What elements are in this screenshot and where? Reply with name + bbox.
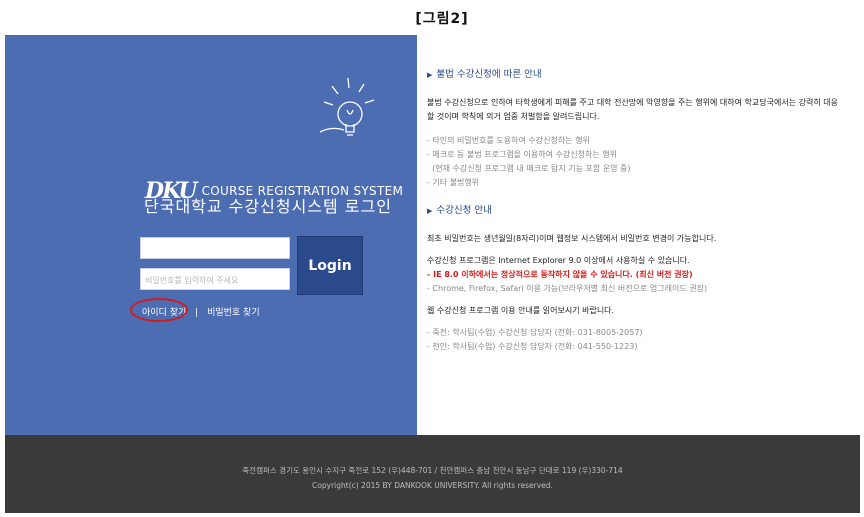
login-title: 단국대학교 수강신청시스템 로그인 [144,197,392,216]
figure-caption: [그림2] [415,11,469,27]
footer-address: 죽전캠퍼스 경기도 용인시 수지구 죽전로 152 (우)448-701 / 천… [242,466,623,475]
illegal-paragraph: 불법 수강신청으로 인하여 타학생에게 피해를 주고 대학 전산망에 악영향을 … [427,98,838,121]
password-info: 최초 비밀번호는 생년월일(8자리)이며 웹정보 시스템에서 비밀번호 변경이 … [427,234,717,243]
password-input[interactable]: 비밀번호를 입력하여 주세요 [140,268,290,290]
illegal-item: - 타인의 비밀번호를 도용하여 수강신청하는 행위 [427,136,590,145]
link-separator: | [195,308,199,318]
section-title-registration: 수강신청 안내 [427,204,847,218]
login-button[interactable]: Login [297,236,363,295]
illegal-item: - 기타 불법행위 [427,178,480,187]
guide-notice: 웹 수강신청 프로그램 이용 안내를 읽어보시기 바랍니다. [427,306,615,315]
contact-item: - 천안: 학사팀(수업) 수강신청 담당자 (전화: 041-550-1223… [427,342,638,351]
notice-area: 불법 수강신청에 따른 안내 불법 수강신청으로 인하여 타학생에게 피해를 주… [427,68,847,354]
section-title-illegal: 불법 수강신청에 따른 안내 [427,68,847,82]
id-input[interactable] [140,237,290,259]
highlight-circle [130,298,188,322]
ie-warning: - IE 8.0 이하에서는 정상적으로 동작하지 않을 수 있습니다. (최신… [427,270,693,279]
illegal-item: (현재 수강신청 프로그램 내 매크로 탐지 기능 포함 운영 중) [427,164,631,173]
browser-info: 수강신청 프로그램은 Internet Explorer 9.0 이상에서 사용… [427,256,690,265]
find-password-link[interactable]: 비밀번호 찾기 [207,308,260,318]
lightbulb-icon [319,77,375,136]
footer: 죽전캠퍼스 경기도 용인시 수지구 죽전로 152 (우)448-701 / 천… [5,435,860,513]
footer-copyright: Copyright(c) 2015 BY DANKOOK UNIVERSITY.… [312,481,553,490]
illegal-item: - 매크로 등 불법 프로그램을 이용하여 수강신청하는 행위 [427,150,617,159]
contact-item: - 죽전: 학사팀(수업) 수강신청 담당자 (전화: 031-8005-205… [427,328,643,337]
browser-support: - Chrome, Firefox, Safari 이용 가능(브라우저별 최신… [427,284,708,293]
